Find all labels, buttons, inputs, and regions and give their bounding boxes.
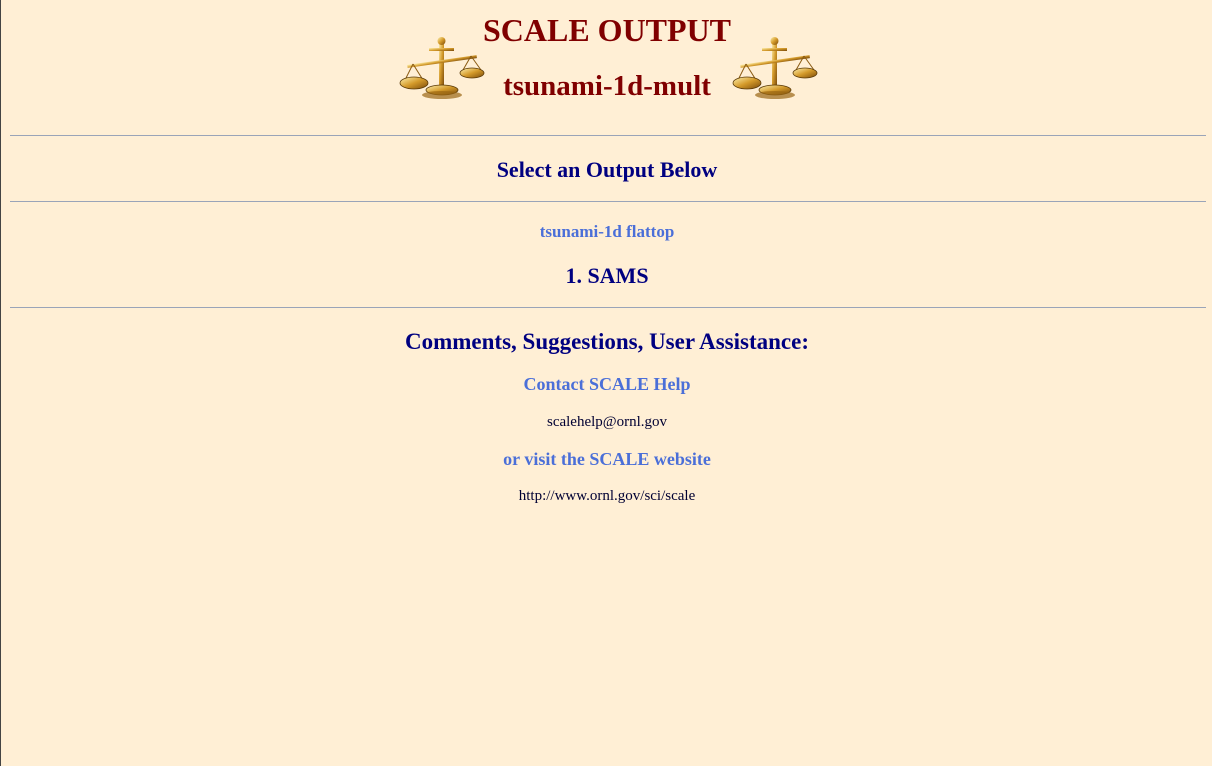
comments-heading: Comments, Suggestions, User Assistance: [405, 329, 809, 354]
page-header: SCALE OUTPUT tsunami-1d-mult [1, 0, 1212, 110]
divider [10, 307, 1206, 308]
select-output-heading: Select an Output Below [496, 157, 718, 182]
divider [10, 201, 1206, 202]
help-email: scalehelp@ornl.gov [546, 414, 668, 430]
website-url: http://www.ornl.gov/sci/scale [518, 488, 696, 504]
visit-website-link[interactable]: or visit the SCALE website [1, 447, 1212, 471]
page-title: SCALE OUTPUT [482, 12, 732, 48]
divider [10, 135, 1206, 136]
balance-scale-icon [732, 37, 818, 99]
page-subtitle: tsunami-1d-mult [503, 70, 711, 102]
sams-output-item[interactable]: 1. SAMS [1, 260, 1212, 292]
case-output-link[interactable]: tsunami-1d flattop [1, 220, 1212, 244]
scale-output-page: SCALE OUTPUT tsunami-1d-mult Select an O… [1, 0, 1212, 766]
contact-help-link[interactable]: Contact SCALE Help [1, 372, 1212, 396]
